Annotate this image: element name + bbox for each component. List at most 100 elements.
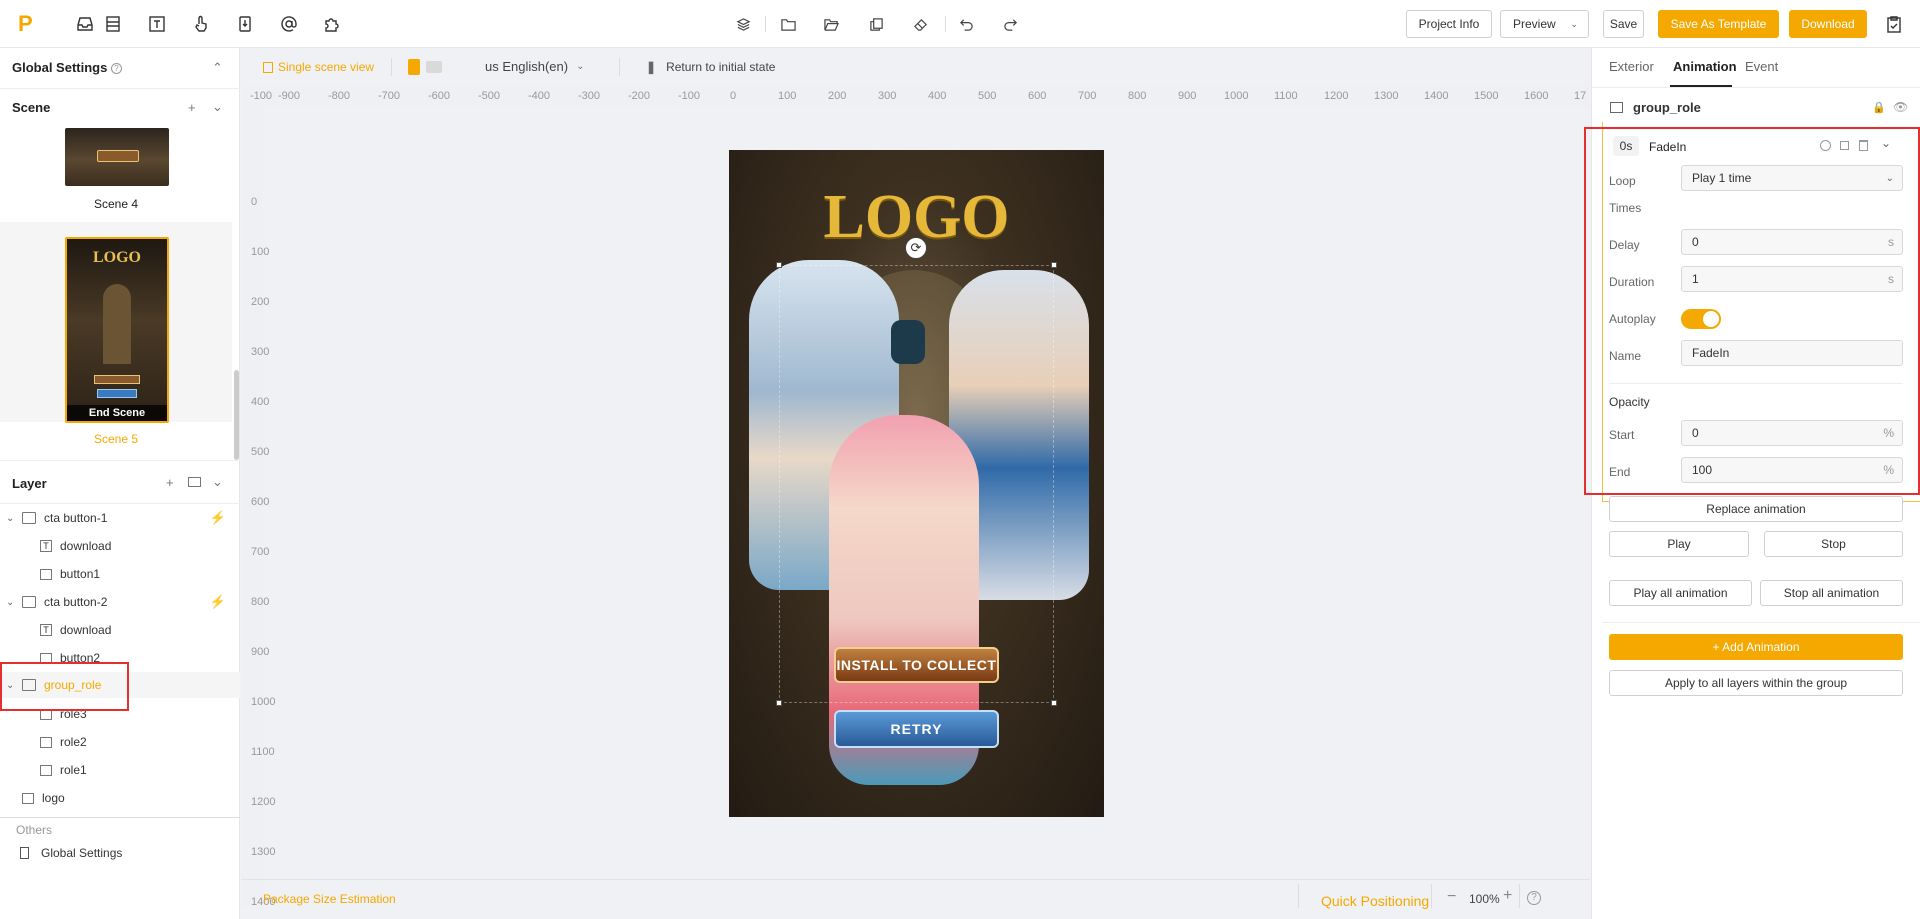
times-label: Times (1609, 201, 1642, 215)
save-as-template-button[interactable]: Save As Template (1658, 10, 1779, 38)
scene-title: Scene (12, 100, 51, 115)
copy-icon[interactable] (868, 16, 884, 32)
start-input[interactable]: 0% (1681, 420, 1903, 446)
text-icon[interactable] (147, 14, 167, 34)
copy-icon[interactable] (1840, 141, 1849, 150)
name-input[interactable]: FadeIn (1681, 340, 1903, 366)
stop-button[interactable]: Stop (1764, 531, 1903, 557)
caret-down-icon[interactable]: ⌄ (6, 513, 16, 524)
unit-label: s (1888, 235, 1894, 249)
color-swatch-orange[interactable] (408, 59, 420, 75)
caret-down-icon[interactable]: ⌄ (6, 597, 16, 608)
delay-input[interactable]: 0s (1681, 229, 1903, 255)
help-icon[interactable]: ? (110, 63, 122, 75)
chevron-down-icon[interactable]: ⌄ (212, 99, 223, 115)
at-icon[interactable] (279, 14, 299, 34)
add-layer-icon[interactable]: + (166, 475, 174, 490)
play-button[interactable]: Play (1609, 531, 1749, 557)
tab-exterior[interactable]: Exterior (1609, 59, 1654, 74)
single-scene-view-toggle[interactable]: Single scene view (263, 60, 374, 74)
layers-icon[interactable] (735, 16, 751, 32)
project-info-button[interactable]: Project Info (1406, 10, 1492, 38)
zoom-in-icon[interactable]: + (1503, 887, 1512, 905)
trash-icon[interactable] (1859, 140, 1868, 151)
play-circle-icon[interactable] (1820, 140, 1831, 151)
save-button[interactable]: Save (1603, 10, 1644, 38)
chevron-down-icon[interactable]: ⌄ (212, 474, 223, 490)
others-global-settings[interactable]: Global Settings (20, 846, 122, 860)
replace-animation-button[interactable]: Replace animation (1609, 496, 1903, 522)
install-button-image[interactable]: INSTALL TO COLLECT (834, 647, 999, 683)
tap-icon[interactable] (191, 14, 211, 34)
thumb-logo-text: LOGO (92, 249, 141, 266)
play-all-animation-button[interactable]: Play all animation (1609, 580, 1752, 606)
ruler-tick: 1300 (251, 846, 276, 858)
layer-label: button1 (60, 567, 101, 581)
end-input[interactable]: 100% (1681, 457, 1903, 483)
rotate-handle-icon[interactable]: ⟳ (905, 237, 927, 259)
duration-input[interactable]: 1s (1681, 266, 1903, 292)
add-folder-icon[interactable] (188, 477, 201, 487)
autoplay-toggle[interactable] (1681, 309, 1721, 329)
scene-item-5[interactable]: LOGO End Scene Scene 5 (0, 222, 232, 446)
end-label: End (1609, 465, 1631, 479)
zoom-out-icon[interactable]: − (1447, 888, 1456, 906)
redo-icon[interactable] (1002, 16, 1018, 32)
layer-item[interactable]: role1 (0, 757, 240, 783)
ruler-tick: -600 (428, 90, 451, 102)
ruler-tick: 0 (730, 90, 737, 102)
layer-item[interactable]: button2 (0, 645, 240, 671)
scene-label: Scene 4 (93, 197, 139, 211)
folder-icon[interactable] (780, 16, 796, 32)
resize-handle[interactable] (776, 262, 782, 268)
collapse-up-icon[interactable]: ⌃ (212, 60, 223, 76)
chevron-down-icon[interactable]: ⌄ (1881, 136, 1891, 150)
quick-positioning-button[interactable]: Quick Positioning (1321, 893, 1429, 909)
resize-handle[interactable] (1051, 700, 1057, 706)
install-icon[interactable] (235, 14, 255, 34)
layer-item[interactable]: button1 (0, 561, 240, 587)
inbox-icon[interactable] (75, 14, 95, 34)
lock-icon[interactable]: 🔒 (1872, 101, 1886, 114)
eye-icon[interactable]: 👁 (1893, 100, 1908, 114)
preview-button[interactable]: Preview ⌄ (1500, 10, 1589, 38)
stop-all-animation-button[interactable]: Stop all animation (1760, 580, 1903, 606)
package-size-link[interactable]: Package Size Estimation (263, 892, 396, 906)
download-button[interactable]: Download (1789, 10, 1867, 38)
layer-item[interactable]: Tdownload (0, 617, 240, 643)
loop-select[interactable]: Play 1 time ⌄ (1681, 165, 1903, 191)
resize-handle[interactable] (1051, 262, 1057, 268)
help-icon[interactable]: ? (1527, 891, 1541, 905)
return-initial-button[interactable]: ❚ Return to initial state (646, 60, 775, 74)
layer-item-selected[interactable]: ⌄ group_role (0, 672, 240, 698)
tab-event[interactable]: Event (1745, 59, 1778, 74)
resize-handle[interactable] (776, 700, 782, 706)
layer-item[interactable]: Tdownload (0, 533, 240, 559)
phone-preview[interactable]: LOGO ⟳ INSTALL TO COLLECT RETRY (729, 150, 1104, 817)
settings-doc-icon (20, 847, 29, 859)
layer-label: group_role (44, 678, 102, 692)
eraser-icon[interactable] (912, 16, 928, 32)
folder-open-icon[interactable] (823, 16, 839, 32)
layer-item[interactable]: ⌄ cta button-2 ⚡ (0, 589, 240, 615)
undo-icon[interactable] (958, 16, 974, 32)
apply-all-layers-button[interactable]: Apply to all layers within the group (1609, 670, 1903, 696)
layer-item[interactable]: role3 (0, 701, 240, 727)
clipboard-check-icon[interactable] (1884, 14, 1904, 34)
retry-button-image[interactable]: RETRY (834, 710, 999, 748)
plugin-icon[interactable] (322, 14, 342, 34)
add-animation-button[interactable]: + Add Animation (1609, 634, 1903, 660)
add-scene-icon[interactable]: + (188, 100, 196, 115)
layer-item[interactable]: logo (0, 785, 240, 811)
scene-scrollbar[interactable] (234, 370, 239, 460)
color-swatch-gray[interactable] (426, 61, 442, 73)
tab-animation[interactable]: Animation (1673, 59, 1737, 74)
layout-icon[interactable] (103, 14, 123, 34)
layer-item[interactable]: role2 (0, 729, 240, 755)
language-select[interactable]: us English(en) ⌄ (485, 59, 585, 74)
layer-label: download (60, 539, 112, 553)
pause-icon: ❚ (646, 60, 657, 74)
global-settings-title[interactable]: Global Settings ? (12, 60, 122, 75)
caret-down-icon[interactable]: ⌄ (6, 680, 16, 691)
layer-item[interactable]: ⌄ cta button-1 ⚡ (0, 505, 240, 531)
